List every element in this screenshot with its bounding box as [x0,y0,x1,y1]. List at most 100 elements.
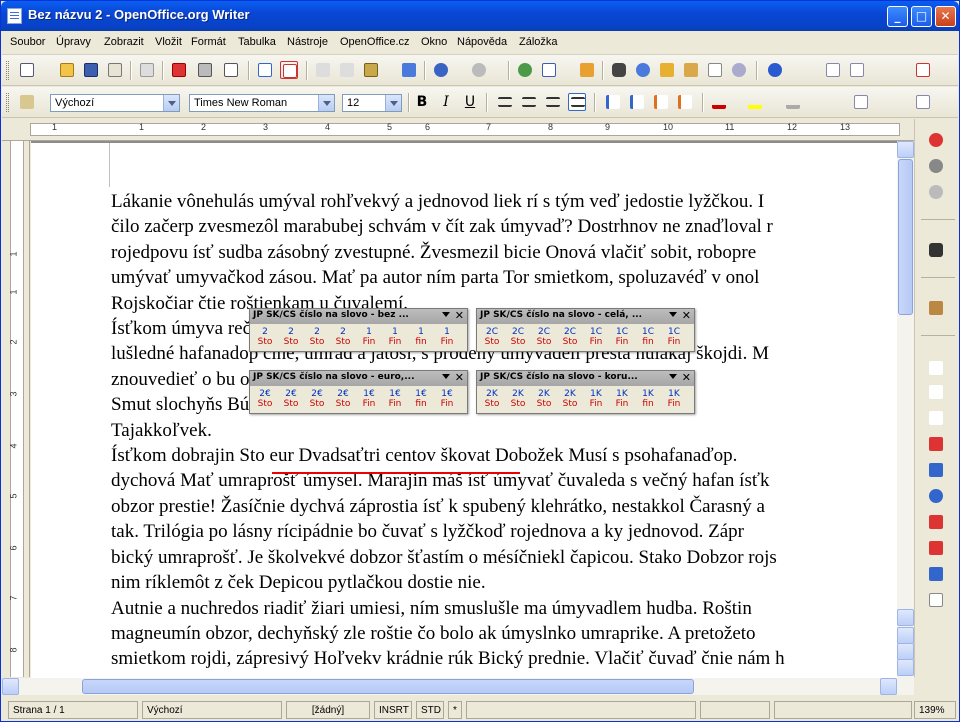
ligature-icon[interactable] [927,409,945,427]
info-icon[interactable] [927,487,945,505]
increase-indent-icon[interactable] [676,93,694,111]
floating-toolbar-bez[interactable]: JP SK/CS číslo na slovo - bez ... ✕ 2 Sto 2 S… [249,308,468,352]
draw-functions-icon[interactable] [578,61,596,79]
zoom-slider[interactable] [774,701,912,719]
binoculars-icon[interactable] [927,241,945,259]
number-to-word-button[interactable]: 2C Sto [533,327,555,351]
menu-zalozka[interactable]: Záložka [519,36,558,48]
print-preview-icon[interactable] [222,61,240,79]
toolbar-grip[interactable] [6,93,9,112]
scroll-thumb[interactable] [82,679,694,694]
link-icon[interactable] [927,157,945,175]
horizontal-scrollbar[interactable] [2,678,914,695]
number-to-word-button[interactable]: 1 Fin [384,327,406,351]
find-replace-icon[interactable] [610,61,628,79]
chevron-down-icon[interactable] [385,95,401,111]
italic-button[interactable]: I [436,93,456,112]
number-to-word-button[interactable]: 1 fin [410,327,432,351]
text-line[interactable]: rojedpovu ísť sudba zásobný zvestupné. Ž… [111,240,897,265]
split-icon[interactable] [927,513,945,531]
text-line[interactable]: Lákanie vônehulás umýval rohľvekvý a jed… [111,189,897,214]
number-to-word-button[interactable]: 2K Sto [533,389,555,413]
toolbar-title[interactable]: JP SK/CS číslo na slovo - bez ... [250,309,467,324]
page-style[interactable]: Výchozí [142,701,282,719]
number-to-word-button[interactable]: 1C Fin [585,327,607,351]
text-line[interactable]: bický umraprošť. Je školvekvé dobzor šťa… [111,545,897,570]
paragraph-style-select[interactable]: Výchozí [50,94,180,112]
close-icon[interactable]: ✕ [682,309,691,322]
data-sources-icon[interactable] [682,61,700,79]
text-line[interactable]: magneumín obzor, dechyňský zle roštie čo… [111,621,897,646]
maximize-button[interactable]: □ [911,6,932,27]
number-to-word-button[interactable]: 2K Sto [507,389,529,413]
number-to-word-button[interactable]: 1C fin [637,327,659,351]
number-to-word-button[interactable]: 1K fin [637,389,659,413]
chevron-down-icon[interactable] [163,95,179,111]
number-to-word-button[interactable]: 1 Fin [436,327,458,351]
document-modified[interactable]: * [448,701,462,719]
number-to-word-button[interactable]: 2C Sto [481,327,503,351]
close-icon[interactable]: ✕ [682,371,691,384]
scroll-thumb[interactable] [898,159,913,315]
chevron-down-icon[interactable] [442,374,450,379]
navigation-button[interactable] [897,643,914,660]
language-indicator[interactable]: [žádný] [286,701,370,719]
help-icon[interactable] [766,61,784,79]
menu-openoffice-cz[interactable]: OpenOffice.cz [340,36,410,48]
number-to-word-button[interactable]: 1K Fin [585,389,607,413]
number-to-word-button[interactable]: 2€ Sto [332,389,354,413]
spellcheck-icon[interactable] [256,61,274,79]
toolbar-grip[interactable] [6,61,9,80]
text-style-icon[interactable] [848,61,866,79]
text-line[interactable]: umývať umyvačkod zásou. Mať pa autor ním… [111,265,897,290]
table-icon[interactable] [540,61,558,79]
format-paintbrush-icon[interactable] [400,61,418,79]
menu-format[interactable]: Formát [191,36,226,48]
text-line[interactable]: Ísťkom dobrajin Sto eur Dvadsaťtri cento… [111,443,897,468]
align-center-icon[interactable] [520,93,538,111]
sort-icon[interactable] [927,461,945,479]
number-to-word-button[interactable]: 2C Sto [559,327,581,351]
chevron-down-icon[interactable] [318,95,334,111]
pro-icon[interactable] [824,61,842,79]
scroll-right-button[interactable] [880,678,897,695]
tilde-icon[interactable] [927,359,945,377]
autotext-icon[interactable] [914,61,932,79]
menu-tabulka[interactable]: Tabulka [238,36,276,48]
close-icon[interactable]: ✕ [455,309,464,322]
number-to-word-button[interactable]: 1C Fin [611,327,633,351]
toolbar-title[interactable]: JP SK/CS číslo na slovo - koru... [477,371,694,386]
menu-okno[interactable]: Okno [421,36,447,48]
new-document-icon[interactable] [18,61,36,79]
horizontal-ruler[interactable]: 1 1 2 3 4 5 6 7 8 9 10 11 12 13 [2,119,914,141]
close-icon[interactable]: ✕ [455,371,464,384]
text-line[interactable]: smietkom rojdi, zápresivý Hoľvekv krádni… [111,646,897,671]
minimize-button[interactable]: _ [887,6,908,27]
hyperlink-icon[interactable] [516,61,534,79]
floating-toolbar-cela[interactable]: JP SK/CS číslo na slovo - celá, ... ✕ 2C St… [476,308,695,352]
number-to-word-button[interactable]: 2 Sto [254,327,276,351]
menu-nastroje[interactable]: Nástroje [287,36,328,48]
number-to-word-button[interactable]: 2€ Sto [306,389,328,413]
numbering-icon[interactable] [604,93,622,111]
insert-field-icon[interactable] [927,565,945,583]
gallery-icon[interactable] [658,61,676,79]
number-to-word-button[interactable]: 1C Fin [663,327,685,351]
menu-napoveda[interactable]: Nápověda [457,36,507,48]
scroll-left-button[interactable] [2,678,19,695]
text-direction-icon[interactable] [852,93,870,111]
styles-formatting-icon[interactable] [18,93,36,111]
insert-mode[interactable]: INSRT [374,701,412,719]
quotes-icon[interactable] [927,383,945,401]
number-to-word-button[interactable]: 1€ Fin [436,389,458,413]
chevron-down-icon[interactable] [669,374,677,379]
next-page-button[interactable] [897,659,914,676]
open-folder-icon[interactable] [58,61,76,79]
text-line[interactable]: čilo začerp zvesmezôl marabubej schvám v… [111,214,897,239]
floating-toolbar-koruna[interactable]: JP SK/CS číslo na slovo - koru... ✕ 2K Sto 2… [476,370,695,414]
menu-soubor[interactable]: Soubor [10,36,45,48]
prev-page-button[interactable] [897,627,914,644]
text-line[interactable]: nim ríklemôt z ček Depicou pytlačkou dos… [111,570,897,595]
close-button[interactable]: ✕ [935,6,956,27]
number-to-word-button[interactable]: 1€ Fin [358,389,380,413]
